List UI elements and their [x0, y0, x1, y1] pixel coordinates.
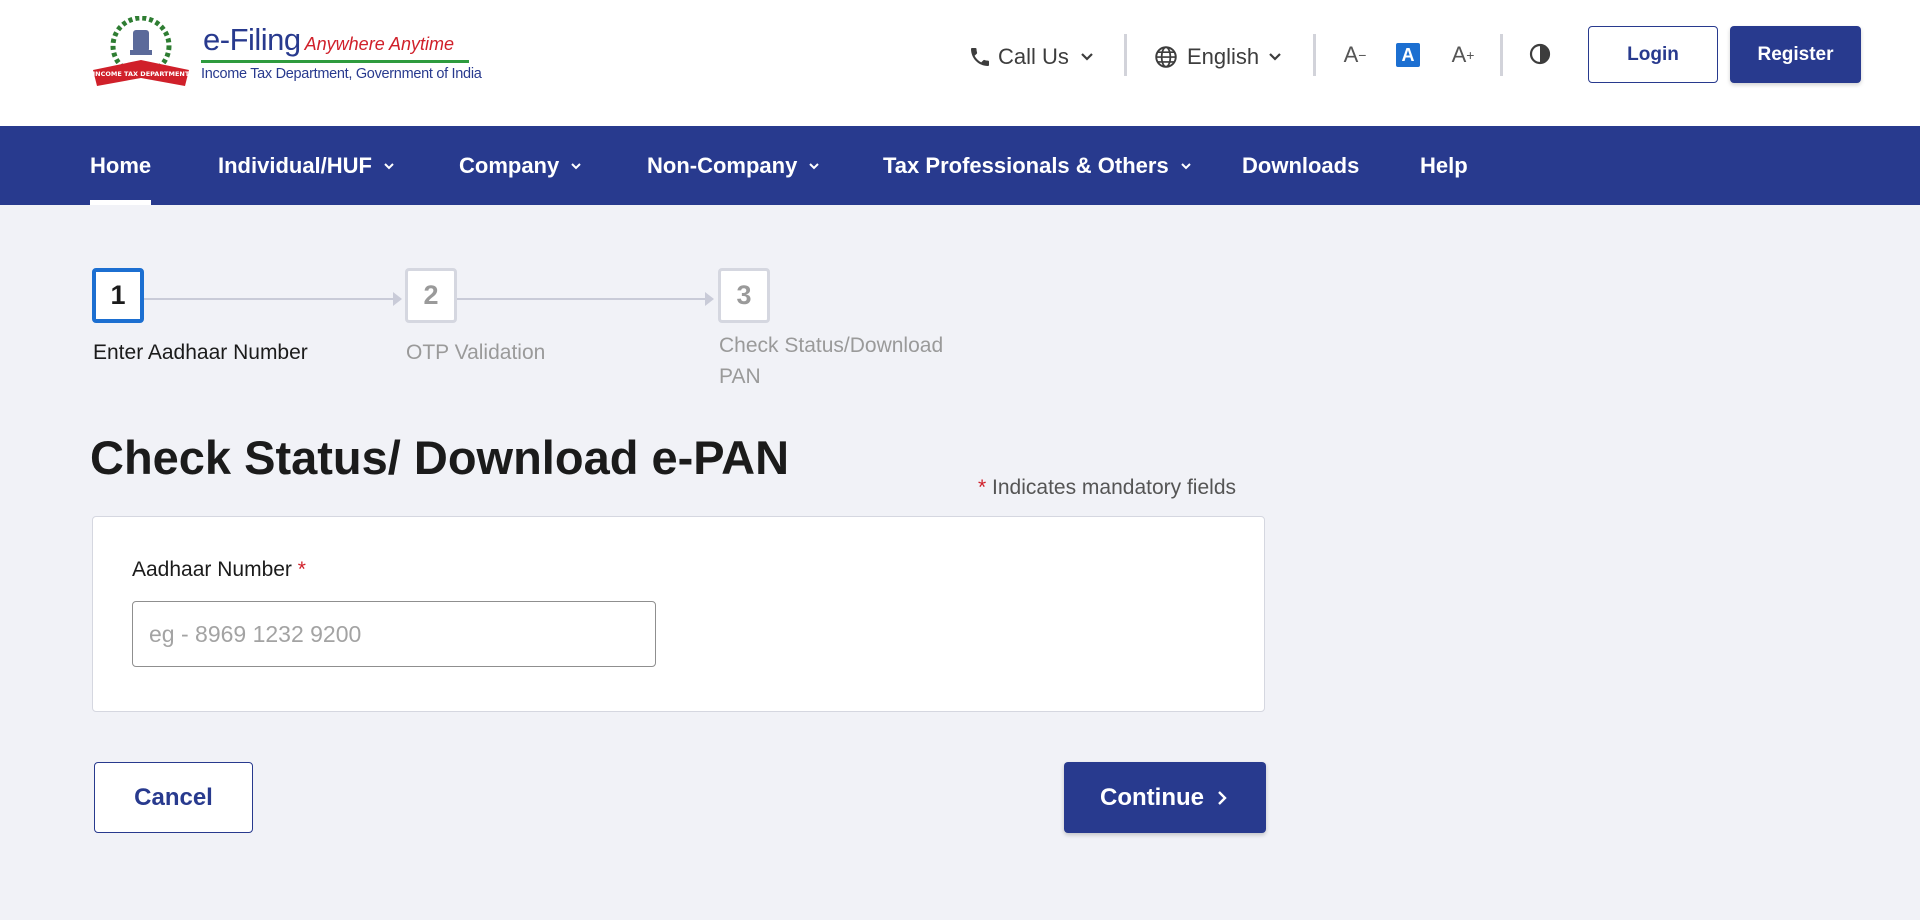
mandatory-note: * Indicates mandatory fields [978, 476, 1236, 500]
aadhaar-label-text: Aadhaar Number [132, 558, 292, 581]
language-dropdown[interactable]: English [1153, 40, 1285, 74]
brand-subtitle: Income Tax Department, Government of Ind… [201, 66, 482, 82]
font-normal-icon: A [1401, 44, 1415, 65]
header-divider [1500, 34, 1503, 76]
step-1-label: Enter Aadhaar Number [93, 341, 308, 364]
nav-non-company-label: Non-Company [647, 152, 798, 178]
normal-font-button[interactable]: A [1396, 43, 1420, 67]
login-button[interactable]: Login [1588, 26, 1718, 83]
language-label: English [1187, 44, 1260, 69]
nav-tax-professionals-label: Tax Professionals & Others [883, 152, 1169, 178]
chevron-down-icon [384, 162, 394, 169]
chevron-down-icon [1180, 162, 1191, 169]
efiling-logo[interactable]: INCOME TAX DEPARTMENT e-Filing Anywhere A… [89, 16, 482, 92]
nav-downloads-label: Downloads [1242, 152, 1360, 178]
nav-downloads[interactable]: Downloads [1242, 126, 1359, 205]
chevron-right-icon [1218, 790, 1227, 805]
brand-divider [201, 60, 469, 63]
aadhaar-label: Aadhaar Number * [132, 558, 306, 582]
nav-company-label: Company [459, 152, 560, 178]
register-button[interactable]: Register [1730, 26, 1861, 83]
chevron-down-icon [1081, 53, 1093, 61]
emblem-icon: INCOME TAX DEPARTMENT [93, 16, 190, 86]
step-3-label-line1: Check Status/Download [719, 334, 944, 357]
call-us-dropdown[interactable]: Call Us [968, 40, 1097, 74]
main-nav: Home Individual/HUF Company Non-Company … [0, 126, 1920, 205]
step-connector [144, 298, 393, 300]
top-header: INCOME TAX DEPARTMENT e-Filing Anywhere A… [0, 0, 1920, 126]
nav-non-company[interactable]: Non-Company [647, 126, 821, 205]
nav-individual-huf[interactable]: Individual/HUF [218, 126, 396, 205]
emblem-text: INCOME TAX DEPARTMENT [93, 70, 190, 78]
step-arrow [393, 292, 402, 306]
nav-company[interactable]: Company [459, 126, 583, 205]
globe-icon [1155, 46, 1177, 68]
contrast-icon[interactable] [1528, 42, 1552, 66]
mandatory-note-text: Indicates mandatory fields [992, 476, 1236, 499]
required-star: * [297, 558, 306, 581]
header-divider [1313, 34, 1316, 76]
phone-icon [971, 48, 989, 66]
nav-help[interactable]: Help [1420, 126, 1468, 205]
continue-button[interactable]: Continue [1064, 762, 1266, 833]
decrease-font-button[interactable]: A − [1339, 40, 1371, 70]
chevron-down-icon [1269, 53, 1281, 61]
font-increase-icon: A [1451, 42, 1467, 67]
cancel-button[interactable]: Cancel [94, 762, 253, 833]
step-3-label-line2: PAN [719, 365, 761, 388]
step-1-indicator: 1 [92, 268, 144, 323]
call-us-label: Call Us [998, 44, 1069, 69]
chevron-down-icon [809, 162, 820, 169]
step-3-label: Check Status/Download PAN [719, 330, 943, 392]
header-divider [1124, 34, 1127, 76]
step-3-indicator: 3 [718, 268, 770, 323]
chevron-down-icon [571, 162, 581, 169]
page-title: Check Status/ Download e-PAN [90, 431, 790, 484]
step-arrow [705, 292, 714, 306]
nav-help-label: Help [1420, 152, 1468, 178]
nav-tax-professionals[interactable]: Tax Professionals & Others [883, 126, 1193, 205]
nav-individual-huf-label: Individual/HUF [218, 152, 372, 178]
continue-label: Continue [1100, 783, 1204, 811]
required-star: * [978, 476, 987, 499]
step-2-label: OTP Validation [406, 341, 546, 364]
step-2-indicator: 2 [405, 268, 457, 323]
brand-title: e-Filing Anywhere Anytime [203, 22, 455, 57]
nav-home-label: Home [90, 152, 152, 178]
step-connector [457, 298, 705, 300]
increase-font-button[interactable]: A + [1447, 40, 1479, 70]
font-decrease-icon: A [1343, 42, 1359, 67]
aadhaar-input[interactable] [132, 601, 656, 667]
nav-home[interactable]: Home [90, 126, 152, 205]
brand-tagline: Anywhere Anytime [304, 34, 455, 54]
